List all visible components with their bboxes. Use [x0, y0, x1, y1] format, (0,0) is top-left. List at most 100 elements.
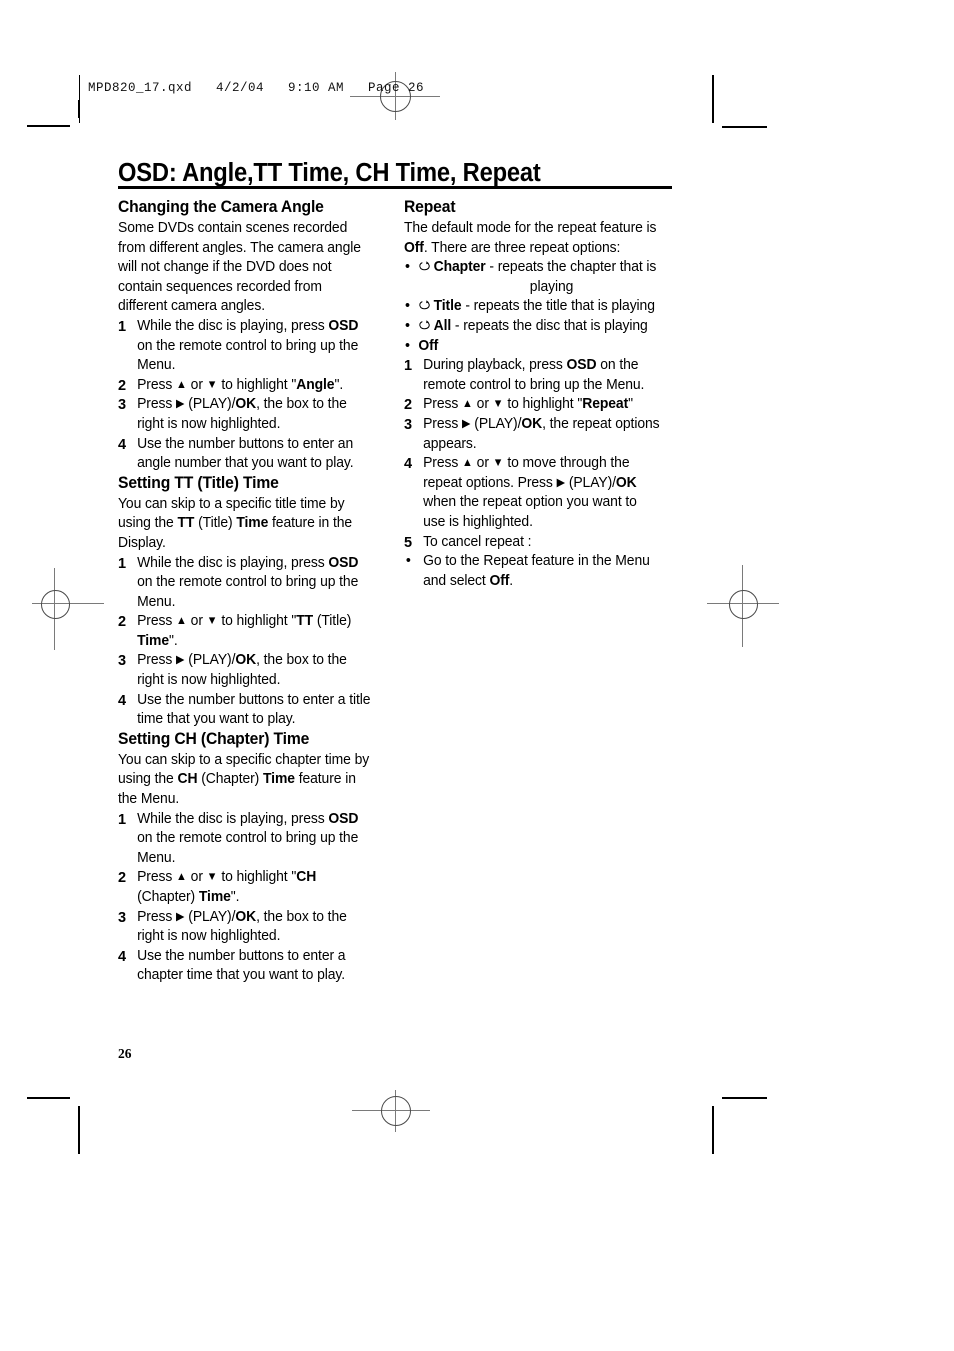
- emphasis-text: OSD: [328, 317, 359, 334]
- arrow-glyph-icon: ▶: [176, 910, 185, 923]
- emphasis-text: Off: [404, 239, 424, 256]
- arrow-glyph-icon: ▼: [492, 457, 504, 470]
- registration-mark-bottom-circle: [381, 1096, 411, 1126]
- step-number: 2: [118, 376, 126, 394]
- step-number: 3: [404, 415, 412, 433]
- run-text: (PLAY)/: [470, 415, 522, 432]
- section-heading-ch-time: Setting CH (Chapter) Time: [118, 729, 310, 748]
- page-title: OSD: Angle,TT Time, CH Time, Repeat: [118, 159, 541, 187]
- run-text: ": [628, 396, 634, 413]
- run-text: Press: [137, 652, 177, 669]
- numbered-step-item: 4 Use the number buttons to enter a chapt…: [118, 947, 374, 986]
- run-text: Press: [423, 396, 463, 413]
- emphasis-text: Off: [489, 572, 510, 589]
- run-text: or: [186, 376, 207, 393]
- run-text: (Chapter): [137, 889, 199, 905]
- run-text: (PLAY)/: [184, 652, 236, 669]
- run-text: or: [472, 455, 493, 472]
- run-text: Press: [423, 455, 463, 472]
- run-text: (PLAY)/: [184, 396, 236, 413]
- arrow-glyph-icon: ▶: [176, 654, 185, 667]
- steps-list-camera-angle: 1 While the disc is playing, press OSD on…: [118, 317, 386, 474]
- arrow-glyph-icon: ▼: [492, 398, 504, 411]
- step-number: 3: [118, 652, 126, 670]
- run-text: . There are three repeat options:: [423, 239, 621, 256]
- run-text: Press: [137, 376, 177, 393]
- emphasis-text: OSD: [566, 357, 597, 374]
- crop-mark-top-right-vertical: [712, 75, 714, 123]
- repeat-option-label: All: [433, 317, 452, 334]
- numbered-step-item: 4 Use the number buttons to enter a title…: [118, 691, 374, 730]
- run-text: Use the number buttons to enter a chapte…: [137, 947, 346, 984]
- emphasis-text: OK: [235, 908, 257, 925]
- run-text: While the disc is playing, press: [137, 810, 329, 827]
- run-text: .: [509, 572, 514, 589]
- repeat-option-item: • All - repeats the disc that is playing: [404, 317, 660, 337]
- numbered-step-item: 1 While the disc is playing, press OSD on…: [118, 554, 374, 613]
- numbered-step-item: 3 Press ▶ (PLAY)/OK, the box to the right…: [118, 908, 374, 947]
- bullet-glyph-icon: •: [404, 336, 410, 354]
- emphasis-text: Angle: [296, 376, 335, 393]
- step-number: 5: [404, 533, 412, 551]
- run-text: (PLAY)/: [184, 908, 236, 925]
- run-text: Press: [137, 613, 177, 630]
- numbered-step-item: 1 While the disc is playing, press OSD on…: [118, 317, 374, 376]
- emphasis-text: CH: [296, 869, 317, 886]
- run-text: to highlight ": [217, 613, 297, 630]
- step-number: 1: [118, 317, 126, 335]
- step-number: 1: [404, 357, 412, 375]
- run-text: Press: [137, 869, 177, 886]
- repeat-option-label: Chapter: [433, 259, 486, 276]
- numbered-step-item: 5 To cancel repeat :: [404, 533, 660, 553]
- run-text: Press: [137, 908, 177, 925]
- crop-mark-top-left-horizontal: [27, 125, 70, 127]
- run-text: or: [472, 396, 493, 413]
- repeat-loop-icon: [419, 300, 430, 310]
- arrow-glyph-icon: ▲: [176, 378, 187, 391]
- steps-list-repeat: 1 During playback, press OSD on the remot…: [404, 356, 672, 591]
- bullet-glyph-icon: •: [404, 258, 410, 276]
- numbered-step-item: 4 Use the number buttons to enter an angl…: [118, 435, 374, 474]
- arrow-glyph-icon: ▶: [462, 417, 471, 430]
- section-intro-repeat: The default mode for the repeat feature …: [404, 219, 660, 258]
- run-text: While the disc is playing, press: [137, 317, 329, 334]
- bullet-glyph-icon: •: [404, 297, 410, 315]
- step-number: 2: [404, 396, 412, 414]
- run-text: or: [186, 613, 207, 630]
- run-text: (Title): [194, 515, 237, 532]
- arrow-glyph-icon: ▲: [462, 457, 473, 470]
- run-text: on the remote control to bring up the Me…: [137, 574, 359, 610]
- repeat-option-description-continued: playing: [529, 278, 574, 295]
- step-number: 4: [404, 455, 412, 473]
- numbered-step-item: 3 Press ▶ (PLAY)/OK, the box to the right…: [118, 651, 374, 690]
- repeat-loop-icon: [419, 320, 430, 330]
- run-text: when the repeat option you want to use i…: [423, 494, 637, 530]
- arrow-glyph-icon: ▲: [462, 398, 473, 411]
- crop-mark-top-right-horizontal: [722, 126, 767, 128]
- emphasis-text: Repeat: [582, 396, 629, 413]
- registration-mark-right-circle: [729, 590, 758, 619]
- repeat-option-item: • Off: [404, 337, 660, 357]
- emphasis-text: Time: [263, 771, 295, 788]
- repeat-option-description: - repeats the chapter that is: [485, 259, 657, 276]
- step-number: 3: [118, 908, 126, 926]
- run-text: To cancel repeat :: [423, 533, 532, 550]
- bullet-glyph-icon: •: [405, 552, 411, 570]
- numbered-step-item: 3 Press ▶ (PLAY)/OK, the box to the right…: [118, 395, 374, 434]
- emphasis-text: OK: [615, 474, 637, 491]
- repeat-option-label: Off: [418, 337, 439, 354]
- crop-mark-bottom-right-horizontal: [722, 1097, 767, 1099]
- run-text: (PLAY)/: [565, 474, 616, 491]
- run-text: or: [186, 869, 207, 886]
- section-heading-repeat: Repeat: [404, 198, 456, 216]
- left-column: Changing the Camera Angle Some DVDs cont…: [118, 198, 386, 986]
- section-heading-camera-angle: Changing the Camera Angle: [118, 198, 324, 216]
- section-heading-tt-time: Setting TT (Title) Time: [118, 473, 279, 492]
- emphasis-text: Time: [236, 515, 269, 532]
- repeat-options-list: • Chapter - repeats the chapter that is pl…: [404, 258, 672, 356]
- run-text: ".: [169, 632, 178, 649]
- emphasis-text: OK: [521, 415, 543, 432]
- step-number: 4: [118, 947, 126, 965]
- emphasis-text: OSD: [328, 554, 359, 571]
- numbered-step-item: 3 Press ▶ (PLAY)/OK, the repeat options a…: [404, 415, 660, 454]
